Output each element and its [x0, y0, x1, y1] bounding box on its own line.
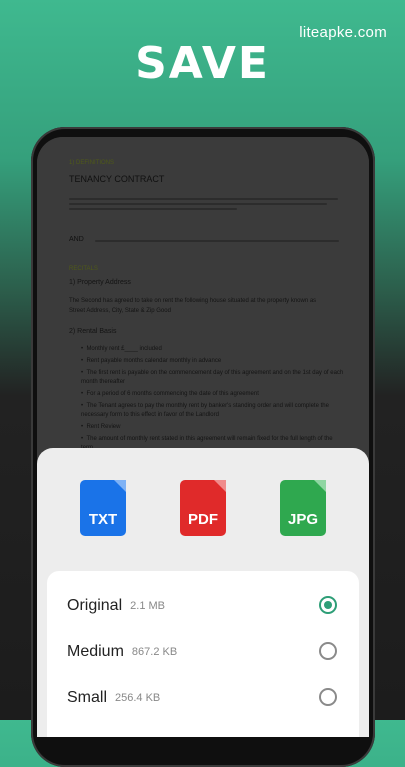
phone-screen: 1) DEFINITIONS TENANCY CONTRACT AND RECI… — [37, 137, 369, 737]
jpg-file-fold — [314, 480, 326, 492]
radio-unselected-icon[interactable] — [319, 642, 337, 660]
option-size: 256.4 KB — [115, 692, 161, 704]
document-preview: 1) DEFINITIONS TENANCY CONTRACT AND RECI… — [37, 137, 369, 497]
pdf-format-label: PDF — [188, 511, 218, 528]
doc-address-line: Street Address, City, State & Zip Good — [69, 308, 171, 314]
quality-option-medium[interactable]: Medium 867.2 KB — [67, 637, 337, 667]
format-row: TXT PDF JPG — [37, 480, 369, 536]
doc-recitals: RECITALS — [69, 266, 98, 272]
option-size: 2.1 MB — [130, 600, 165, 612]
radio-selected-icon[interactable] — [319, 596, 337, 614]
option-name: Medium — [67, 643, 124, 660]
option-name: Small — [67, 689, 108, 706]
doc-bullet: • For a period of 6 months commencing th… — [81, 391, 259, 397]
doc-paragraph-blur — [69, 195, 349, 213]
quality-options-card: Original 2.1 MB Medium 867.2 KB Small 25… — [47, 571, 359, 737]
doc-section2: 2) Rental Basis — [69, 328, 117, 335]
jpg-file-icon[interactable]: JPG — [280, 480, 326, 536]
doc-bullet: • Rent payable months calendar monthly i… — [81, 358, 222, 364]
quality-option-original[interactable]: Original 2.1 MB — [67, 591, 337, 621]
quality-option-small[interactable]: Small 256.4 KB — [67, 683, 337, 713]
headline-save: SAVE — [135, 38, 270, 89]
option-size: 867.2 KB — [131, 646, 178, 658]
doc-title: TENANCY CONTRACT — [69, 174, 165, 184]
doc-bullet: • The first rent is payable on the comme… — [81, 370, 344, 385]
doc-heading: 1) DEFINITIONS — [69, 160, 115, 166]
option-name: Original — [67, 597, 123, 614]
save-bottom-sheet: TXT PDF JPG Original 2.1 MB Medium 867.2 — [37, 448, 369, 737]
doc-bullet-list: • Monthly rent £____ included • Rent pay… — [81, 345, 349, 456]
jpg-format-label: JPG — [287, 511, 318, 528]
doc-section1: 1) Property Address — [69, 279, 131, 286]
txt-file-fold — [114, 480, 126, 492]
pdf-file-fold — [214, 480, 226, 492]
pdf-file-icon[interactable]: PDF — [180, 480, 226, 536]
doc-agree-line: The Second has agreed to take on rent th… — [69, 298, 317, 304]
txt-file-icon[interactable]: TXT — [80, 480, 126, 536]
doc-bullet: • Monthly rent £____ included — [81, 346, 162, 352]
radio-unselected-icon[interactable] — [319, 688, 337, 706]
txt-format-label: TXT — [88, 511, 118, 528]
doc-bullet: • Rent Review — [81, 424, 121, 430]
doc-bullet: • The Tenant agrees to pay the monthly r… — [81, 403, 329, 418]
doc-and-blur — [95, 237, 349, 245]
